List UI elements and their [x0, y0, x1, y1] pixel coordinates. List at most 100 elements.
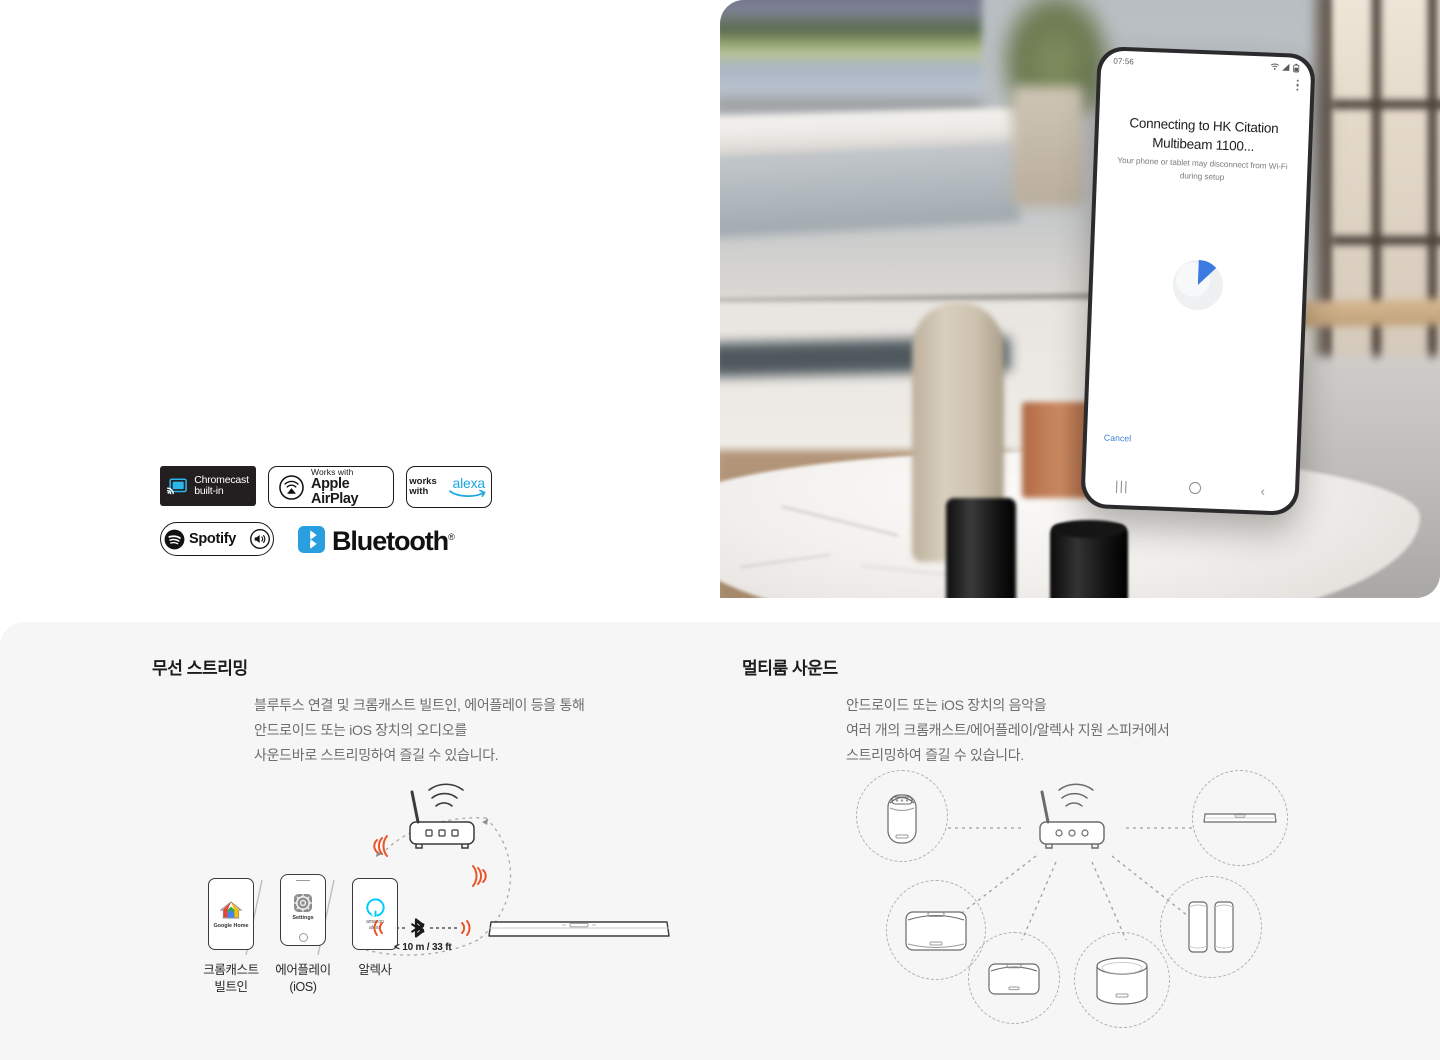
airplay-name: Apple AirPlay — [311, 476, 359, 507]
diagram-phone-chromecast-body: Google Home — [208, 878, 254, 950]
chromecast-label: Chromecast built-in — [194, 473, 249, 498]
multiroom-sound-line-3: 스트리밍하여 즐길 수 있습니다. — [846, 747, 1024, 763]
diagram-caption-alexa: 알렉사 — [320, 962, 430, 979]
alexa-works-with-label: works with — [409, 475, 437, 498]
diagram-phone-chromecast: Google Home — [208, 878, 254, 950]
wireless-streaming-line-2: 안드로이드 또는 iOS 장치의 오디오를 — [254, 722, 467, 738]
badge-bluetooth: Bluetooth® — [298, 524, 455, 556]
tower-speaker-pair-icon — [1188, 901, 1234, 953]
node-portable-speaker — [856, 770, 948, 862]
ios-speaker-slot — [296, 880, 310, 882]
multiroom-sound-line-2: 여러 개의 크롬캐스트/에어플레이/알렉사 지원 스피커에서 — [846, 722, 1170, 738]
phone-status-bar: 07:56 — [1101, 50, 1312, 78]
wifi-router-icon — [1039, 783, 1105, 849]
wireless-streaming-diagram: Google Home 크롬캐스트 빌트인 Settings 에어플레이 (iO… — [186, 770, 686, 1020]
alexa-swoosh-icon — [448, 489, 486, 497]
amazon-alexa-icon — [365, 897, 385, 917]
ios-home-button — [298, 932, 308, 942]
bluetooth-range-label: < 10 m / 33 ft — [394, 942, 452, 953]
wall-shelf — [720, 141, 1020, 239]
bluetooth-burst-right-icon — [461, 920, 471, 936]
wifi-router-icon — [409, 783, 475, 849]
multiroom-sound-body: 안드로이드 또는 iOS 장치의 음악을 여러 개의 크롬캐스트/에어플레이/알… — [846, 693, 1342, 768]
diagram-caption-alexa-line1: 알렉사 — [358, 963, 392, 977]
battery-icon — [1293, 63, 1300, 72]
diagram-phone-airplay-body: Settings — [280, 874, 326, 946]
wireless-streaming-line-1: 블루투스 연결 및 크롬캐스트 빌트인, 에어플레이 등을 통해 — [254, 697, 585, 713]
node-small-speaker — [968, 932, 1060, 1024]
airplay-icon — [279, 474, 304, 500]
phone-nav-bar: ||| ‹ — [1084, 464, 1295, 512]
diagram-router — [402, 780, 488, 856]
phone-screen[interactable]: 07:56 Connecting to HK Citation Multibea… — [1084, 50, 1312, 512]
airplay-label: Works with Apple AirPlay — [311, 468, 383, 507]
diagram-phone-airplay: Settings — [280, 874, 326, 946]
speaker-icon — [250, 529, 270, 549]
phone-device: 07:56 Connecting to HK Citation Multibea… — [1080, 45, 1316, 517]
section-multiroom-sound: 멀티룸 사운드 안드로이드 또는 iOS 장치의 음악을 여러 개의 크롬캐스트… — [742, 622, 1342, 768]
wireless-streaming-title: 무선 스트리밍 — [152, 659, 248, 678]
airplay-works-with: Works with — [311, 466, 354, 477]
window-rail-2 — [1332, 236, 1440, 245]
wireless-streaming-body: 블루투스 연결 및 크롬캐스트 빌트인, 에어플레이 등을 통해 안드로이드 또… — [254, 693, 712, 768]
plant-pot — [1012, 86, 1084, 206]
badge-spotify-connect: Spotify — [160, 522, 274, 556]
alexa-works-line1: works — [409, 475, 437, 487]
soundbar-icon — [1203, 813, 1277, 823]
google-home-icon — [219, 900, 243, 918]
black-candle-2-rim — [1052, 520, 1126, 538]
multiroom-sound-diagram — [840, 770, 1310, 1050]
chromecast-line2: built-in — [194, 485, 224, 497]
bluetooth-name: Bluetooth — [332, 525, 449, 556]
portable-speaker-icon — [887, 794, 917, 844]
cylinder-speaker-icon — [1096, 957, 1148, 1005]
nav-home-button[interactable] — [1188, 481, 1201, 495]
hero-photo: 07:56 Connecting to HK Citation Multibea… — [720, 0, 1440, 598]
wireless-streaming-line-3: 사운드바로 스트리밍하여 즐길 수 있습니다. — [254, 747, 499, 763]
nav-recents-button[interactable]: ||| — [1115, 477, 1129, 493]
badge-chromecast-built-in: Chromecast built-in — [160, 466, 256, 506]
wall-art-tv — [720, 0, 982, 100]
node-cylinder-speaker — [1074, 932, 1170, 1028]
bluetooth-burst-left-icon — [373, 920, 383, 936]
badge-works-with-alexa: works with alexa — [406, 466, 492, 508]
spotify-icon — [164, 529, 185, 549]
bluetooth-wordmark: Bluetooth® — [332, 524, 455, 556]
small-speaker-icon — [988, 963, 1040, 995]
soundbar-icon — [488, 921, 670, 937]
diagram-phone-airplay-app-label: Settings — [292, 915, 314, 922]
node-tower-speaker-pair — [1160, 876, 1262, 978]
diagram-soundbar — [486, 916, 672, 938]
top-section: Chromecast built-in Works with Apple Air — [0, 0, 1440, 600]
spotify-name: Spotify — [188, 531, 237, 547]
page-root: Chromecast built-in Works with Apple Air — [0, 0, 1440, 1060]
bluetooth-registered-mark: ® — [448, 531, 455, 542]
status-time: 07:56 — [1113, 56, 1135, 66]
multiroom-sound-title: 멀티룸 사운드 — [742, 659, 838, 678]
diagram-right-router — [1032, 780, 1118, 861]
black-candle-1 — [946, 498, 1016, 598]
badge-row-secondary: Spotify Bluetooth® — [160, 522, 640, 556]
alexa-works-line2: with — [409, 486, 429, 497]
room-scene — [720, 0, 1440, 598]
wifi-icon — [1270, 63, 1279, 70]
loading-spinner-icon — [1172, 259, 1223, 310]
phone-connecting-subtitle: Your phone or tablet may disconnect from… — [1117, 155, 1288, 182]
diagram-caption-chromecast-line2: 빌트인 — [214, 980, 248, 994]
phone-cancel-button[interactable]: Cancel — [1104, 433, 1132, 444]
diagram-caption-airplay-line2: (iOS) — [289, 980, 317, 994]
kebab-menu-icon[interactable] — [1295, 79, 1299, 91]
ios-settings-icon — [293, 894, 312, 913]
wide-speaker-icon — [905, 911, 967, 951]
alexa-name: alexa — [452, 475, 485, 491]
window-rail-1 — [1332, 100, 1440, 109]
node-soundbar — [1192, 770, 1288, 866]
status-icons — [1270, 62, 1300, 72]
bluetooth-icon — [298, 525, 325, 553]
chromecast-line1: Chromecast — [194, 473, 249, 486]
multiroom-sound-line-1: 안드로이드 또는 iOS 장치의 음악을 — [846, 697, 1047, 713]
diagram-phone-chromecast-app-label: Google Home — [213, 922, 249, 929]
badge-apple-airplay: Works with Apple AirPlay — [268, 466, 394, 508]
nav-back-button[interactable]: ‹ — [1260, 483, 1265, 498]
certification-badges: Chromecast built-in Works with Apple Air — [160, 466, 640, 556]
